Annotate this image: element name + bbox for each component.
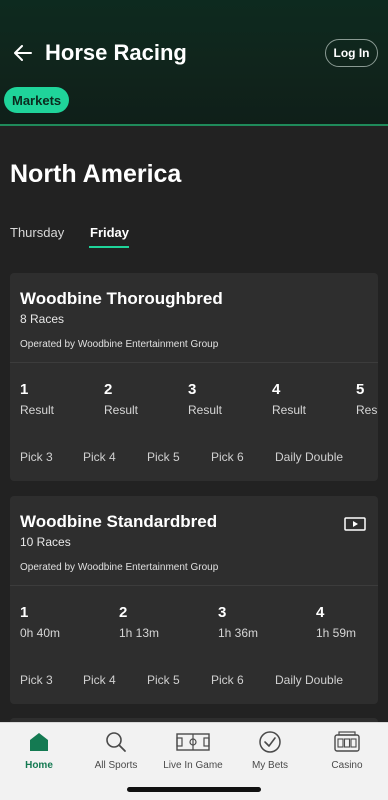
- home-indicator: [127, 787, 261, 792]
- tab-thursday[interactable]: Thursday: [10, 224, 64, 242]
- bet-type-pick5[interactable]: Pick 5: [147, 449, 180, 465]
- race-status: Result: [104, 403, 139, 417]
- markets-tab[interactable]: Markets: [4, 87, 70, 113]
- tab-label: Home: [25, 760, 53, 771]
- operator-text: Operated by Woodbine Entertainment Group: [20, 562, 219, 573]
- race-item[interactable]: 5 Result: [356, 380, 378, 418]
- page-title: Horse Racing: [45, 40, 187, 65]
- card-divider: [10, 362, 378, 363]
- card-divider: [10, 585, 378, 586]
- race-item[interactable]: 2 Result: [104, 380, 184, 418]
- check-circle-icon: [259, 731, 281, 753]
- bet-type-daily-double[interactable]: Daily Double: [275, 672, 343, 688]
- race-number: 2: [104, 381, 113, 398]
- meeting-title: Woodbine Standardbred: [20, 512, 218, 531]
- bet-type-pick4[interactable]: Pick 4: [83, 449, 116, 465]
- bet-type-pick6[interactable]: Pick 6: [211, 672, 244, 688]
- slot-machine-icon: [334, 731, 360, 752]
- tab-label: Live In Game: [163, 760, 223, 771]
- meeting-card-woodbine-thoroughbred[interactable]: Woodbine Thoroughbred 8 Races Operated b…: [10, 273, 378, 481]
- races-count: 10 Races: [20, 535, 71, 549]
- race-item[interactable]: 3 1h 36m: [218, 603, 298, 641]
- race-item[interactable]: 2 1h 13m: [119, 603, 199, 641]
- race-countdown: 1h 59m: [316, 626, 357, 640]
- operator-text: Operated by Woodbine Entertainment Group: [20, 339, 219, 350]
- bet-type-pick5[interactable]: Pick 5: [147, 672, 180, 688]
- tab-my-bets[interactable]: My Bets: [231, 729, 309, 773]
- tab-friday[interactable]: Friday: [90, 224, 129, 242]
- race-number: 4: [316, 604, 325, 621]
- race-number: 3: [218, 604, 227, 621]
- meeting-title: Woodbine Thoroughbred: [20, 289, 223, 308]
- race-number: 3: [188, 381, 197, 398]
- search-icon: [106, 732, 126, 752]
- race-item[interactable]: 1 Result: [20, 380, 100, 418]
- race-countdown: 1h 36m: [218, 626, 259, 640]
- race-countdown: 1h 13m: [119, 626, 160, 640]
- pitch-icon: [176, 733, 210, 751]
- bet-type-pick6[interactable]: Pick 6: [211, 449, 244, 465]
- race-number: 5: [356, 381, 365, 398]
- home-icon: [30, 733, 48, 751]
- tab-label: Casino: [331, 760, 363, 771]
- app-header: Horse Racing Log In Markets: [0, 0, 388, 126]
- tab-all-sports[interactable]: All Sports: [77, 729, 155, 773]
- tab-casino[interactable]: Casino: [308, 729, 386, 773]
- race-item[interactable]: 4 1h 59m: [316, 603, 376, 641]
- race-number: 4: [272, 381, 281, 398]
- tab-home[interactable]: Home: [0, 729, 78, 773]
- tab-live-in-game[interactable]: Live In Game: [154, 729, 232, 773]
- arrow-left-icon: [14, 45, 32, 61]
- bet-type-pick4[interactable]: Pick 4: [83, 672, 116, 688]
- tab-label: All Sports: [94, 760, 138, 771]
- race-countdown: 0h 40m: [20, 626, 61, 640]
- race-status: Result: [356, 403, 378, 417]
- races-count: 8 Races: [20, 312, 65, 326]
- race-number: 2: [119, 604, 128, 621]
- tab-label: My Bets: [251, 760, 289, 771]
- race-item[interactable]: 1 0h 40m: [20, 603, 100, 641]
- login-button[interactable]: Log In: [325, 39, 378, 67]
- region-title: North America: [10, 160, 182, 188]
- bet-type-pick3[interactable]: Pick 3: [20, 449, 53, 465]
- race-number: 1: [20, 381, 29, 398]
- back-button[interactable]: [8, 38, 38, 68]
- bet-type-daily-double[interactable]: Daily Double: [275, 449, 343, 465]
- race-status: Result: [272, 403, 307, 417]
- bet-type-pick3[interactable]: Pick 3: [20, 672, 53, 688]
- meeting-card-woodbine-standardbred[interactable]: Woodbine Standardbred 10 Races Operated …: [10, 496, 378, 704]
- race-status: Result: [20, 403, 55, 417]
- race-number: 1: [20, 604, 29, 621]
- race-item[interactable]: 4 Result: [272, 380, 352, 418]
- race-status: Result: [188, 403, 223, 417]
- video-icon[interactable]: [344, 517, 366, 531]
- race-item[interactable]: 3 Result: [188, 380, 268, 418]
- active-tab-indicator: [89, 246, 129, 248]
